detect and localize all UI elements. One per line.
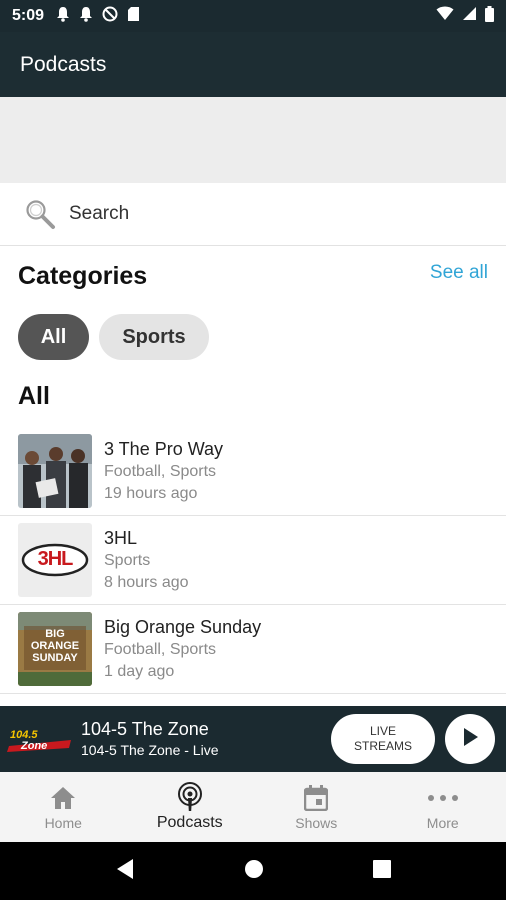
podcast-updated: 1 day ago bbox=[104, 663, 175, 680]
nav-home-label: Home bbox=[44, 815, 82, 831]
nav-podcasts[interactable]: Podcasts bbox=[127, 772, 254, 842]
nav-more[interactable]: More bbox=[380, 772, 506, 842]
search-label: Search bbox=[69, 203, 130, 224]
podcast-item-big-orange-sunday[interactable]: BIG ORANGE SUNDAY Big Orange Sunday Foot… bbox=[0, 605, 506, 694]
see-all-link[interactable]: See all bbox=[430, 262, 488, 284]
play-button[interactable] bbox=[445, 714, 495, 764]
banner-area bbox=[0, 97, 506, 183]
live-streams-line1: LIVE bbox=[369, 724, 396, 738]
podcast-title: 3HL bbox=[104, 528, 138, 548]
podcast-thumbnail: BIG ORANGE SUNDAY bbox=[18, 612, 92, 686]
bell-icon bbox=[79, 6, 93, 27]
page-title: Podcasts bbox=[20, 52, 107, 76]
now-playing-bar[interactable]: 104.5 Zone 104-5 The Zone 104-5 The Zone… bbox=[0, 706, 506, 772]
category-chips: All Sports bbox=[18, 314, 209, 360]
status-bar: 5:09 bbox=[0, 0, 506, 32]
podcast-item-3hl[interactable]: 3HL 3HL Sports 8 hours ago bbox=[0, 516, 506, 605]
nav-more-label: More bbox=[426, 815, 459, 831]
more-icon bbox=[427, 783, 459, 813]
chip-all[interactable]: All bbox=[18, 314, 89, 360]
podcast-title: 3 The Pro Way bbox=[104, 439, 224, 459]
play-icon bbox=[460, 726, 480, 753]
podcast-title: Big Orange Sunday bbox=[104, 617, 262, 637]
svg-text:Zone: Zone bbox=[20, 740, 47, 752]
podcast-updated: 19 hours ago bbox=[104, 485, 198, 502]
nav-shows[interactable]: Shows bbox=[253, 772, 380, 842]
back-icon[interactable] bbox=[115, 858, 135, 885]
signal-icon bbox=[462, 6, 477, 26]
podcast-thumbnail: 3HL bbox=[18, 523, 92, 597]
live-streams-line2: STREAMS bbox=[353, 739, 412, 753]
nav-home[interactable]: Home bbox=[0, 772, 127, 842]
nav-podcasts-label: Podcasts bbox=[156, 814, 223, 831]
podcast-item-3-the-pro-way[interactable]: 3 The Pro Way Football, Sports 19 hours … bbox=[0, 427, 506, 516]
search-bar[interactable]: Search bbox=[0, 183, 506, 246]
wifi-icon bbox=[436, 6, 454, 26]
categories-heading: Categories bbox=[18, 262, 148, 290]
podcast-list: 3 The Pro Way Football, Sports 19 hours … bbox=[0, 427, 506, 694]
station-logo: 104.5 Zone bbox=[4, 706, 76, 772]
podcast-categories: Football, Sports bbox=[104, 463, 217, 480]
recents-icon[interactable] bbox=[373, 859, 392, 883]
battery-icon bbox=[485, 5, 494, 27]
podcast-thumbnail bbox=[18, 434, 92, 508]
home-icon bbox=[50, 783, 76, 813]
sd-card-icon bbox=[127, 6, 140, 27]
app-bar: Podcasts bbox=[0, 32, 506, 97]
system-navigation-bar bbox=[0, 842, 506, 900]
home-circle-icon[interactable] bbox=[244, 859, 264, 884]
status-time: 5:09 bbox=[12, 7, 45, 24]
chip-sports[interactable]: Sports bbox=[99, 314, 209, 360]
thumbnail-text: 3HL bbox=[37, 548, 74, 570]
podcast-icon bbox=[176, 782, 204, 812]
calendar-icon bbox=[304, 783, 329, 813]
live-streams-button[interactable]: LIVE STREAMS bbox=[331, 714, 435, 764]
now-playing-station: 104-5 The Zone bbox=[81, 719, 209, 739]
nav-shows-label: Shows bbox=[295, 815, 338, 831]
bell-icon bbox=[56, 6, 70, 27]
podcast-categories: Sports bbox=[104, 552, 151, 569]
thumbnail-text: BIG ORANGE SUNDAY bbox=[30, 628, 80, 664]
podcast-categories: Football, Sports bbox=[104, 641, 217, 658]
all-heading: All bbox=[18, 382, 50, 410]
search-icon bbox=[24, 198, 56, 230]
podcast-updated: 8 hours ago bbox=[104, 574, 189, 591]
bottom-navigation: Home Podcasts Shows More bbox=[0, 772, 506, 842]
now-playing-status: 104-5 The Zone - Live bbox=[81, 742, 219, 758]
do-not-disturb-icon bbox=[102, 6, 118, 27]
